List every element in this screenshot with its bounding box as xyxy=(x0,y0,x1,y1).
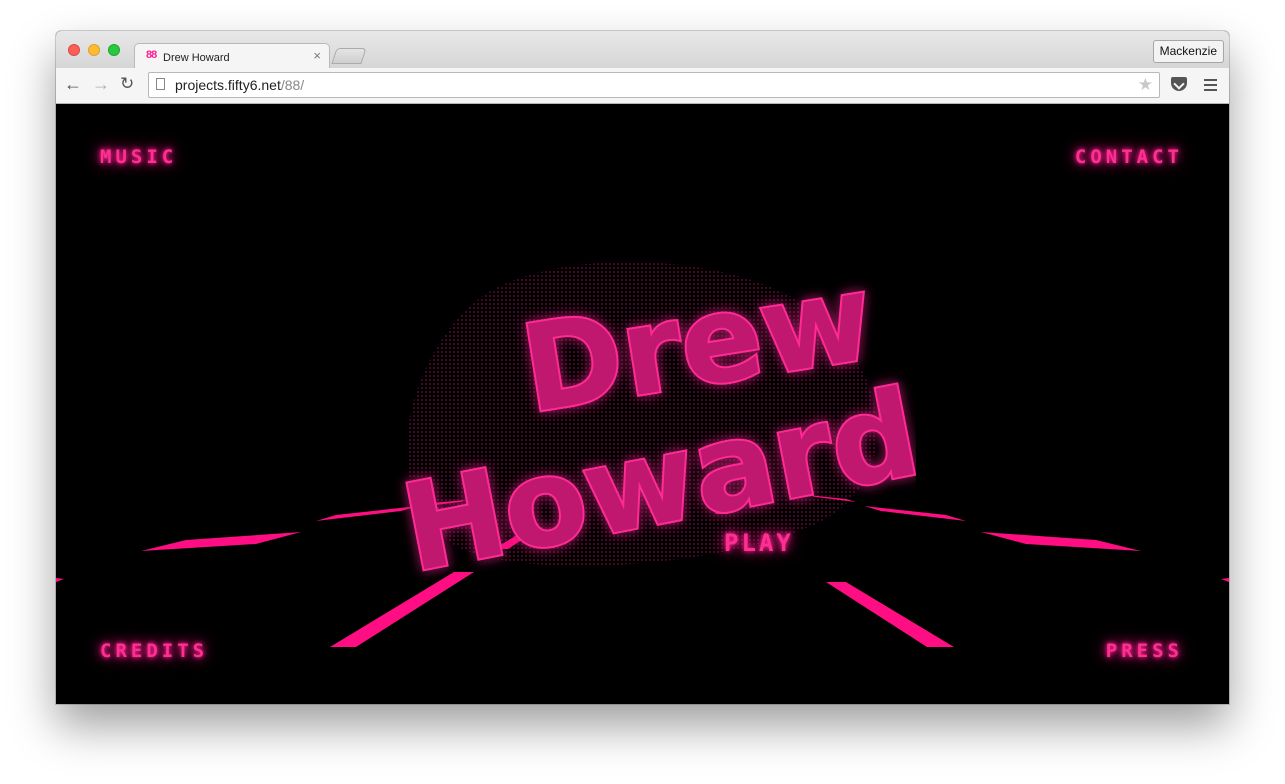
floor-stripe xyxy=(981,532,1141,551)
page-icon xyxy=(156,78,165,90)
nav-press[interactable]: PRESS xyxy=(1106,640,1183,662)
new-tab-button[interactable] xyxy=(331,48,367,64)
url-text[interactable]: projects.fifty6.net/88/ xyxy=(175,77,304,93)
minimize-window-button[interactable] xyxy=(88,44,100,56)
pocket-icon[interactable] xyxy=(1171,77,1187,91)
profile-button[interactable]: Mackenzie xyxy=(1152,40,1224,63)
favicon-icon: 88 xyxy=(146,49,157,61)
zoom-window-button[interactable] xyxy=(108,44,120,56)
nav-credits[interactable]: CREDITS xyxy=(100,640,208,662)
floor-stripe xyxy=(141,532,301,551)
tab-drew-howard[interactable]: 88 Drew Howard × xyxy=(134,43,330,69)
floor-stripe xyxy=(56,578,64,582)
forward-arrow-icon[interactable]: → xyxy=(92,73,110,95)
close-window-button[interactable] xyxy=(68,44,80,56)
tab-strip: 88 Drew Howard × Mackenzie xyxy=(56,31,1229,69)
menu-icon[interactable] xyxy=(1204,79,1217,91)
drew-howard-logo[interactable]: Drew Howard Drew Howard xyxy=(376,254,916,584)
nav-contact[interactable]: CONTACT xyxy=(1075,146,1183,168)
floor-stripe xyxy=(1221,578,1229,582)
road-line-right xyxy=(826,582,954,647)
play-button[interactable]: PLAY xyxy=(724,529,794,557)
browser-toolbar: ← → ↻ projects.fifty6.net/88/ ★ xyxy=(56,68,1229,104)
page-viewport: Drew Howard Drew Howard MUSIC CONTACT CR… xyxy=(56,104,1229,704)
browser-window: 88 Drew Howard × Mackenzie ← → ↻ project… xyxy=(56,31,1229,704)
url-path: /88/ xyxy=(280,77,305,93)
nav-music[interactable]: MUSIC xyxy=(100,146,177,168)
address-bar[interactable]: projects.fifty6.net/88/ ★ xyxy=(148,72,1160,98)
tab-title: Drew Howard xyxy=(163,52,230,64)
reload-icon[interactable]: ↻ xyxy=(120,73,134,95)
tab-close-icon[interactable]: × xyxy=(313,48,321,63)
bookmark-star-icon[interactable]: ★ xyxy=(1138,75,1153,95)
url-host: projects.fifty6.net xyxy=(175,77,281,93)
back-arrow-icon[interactable]: ← xyxy=(64,73,82,95)
